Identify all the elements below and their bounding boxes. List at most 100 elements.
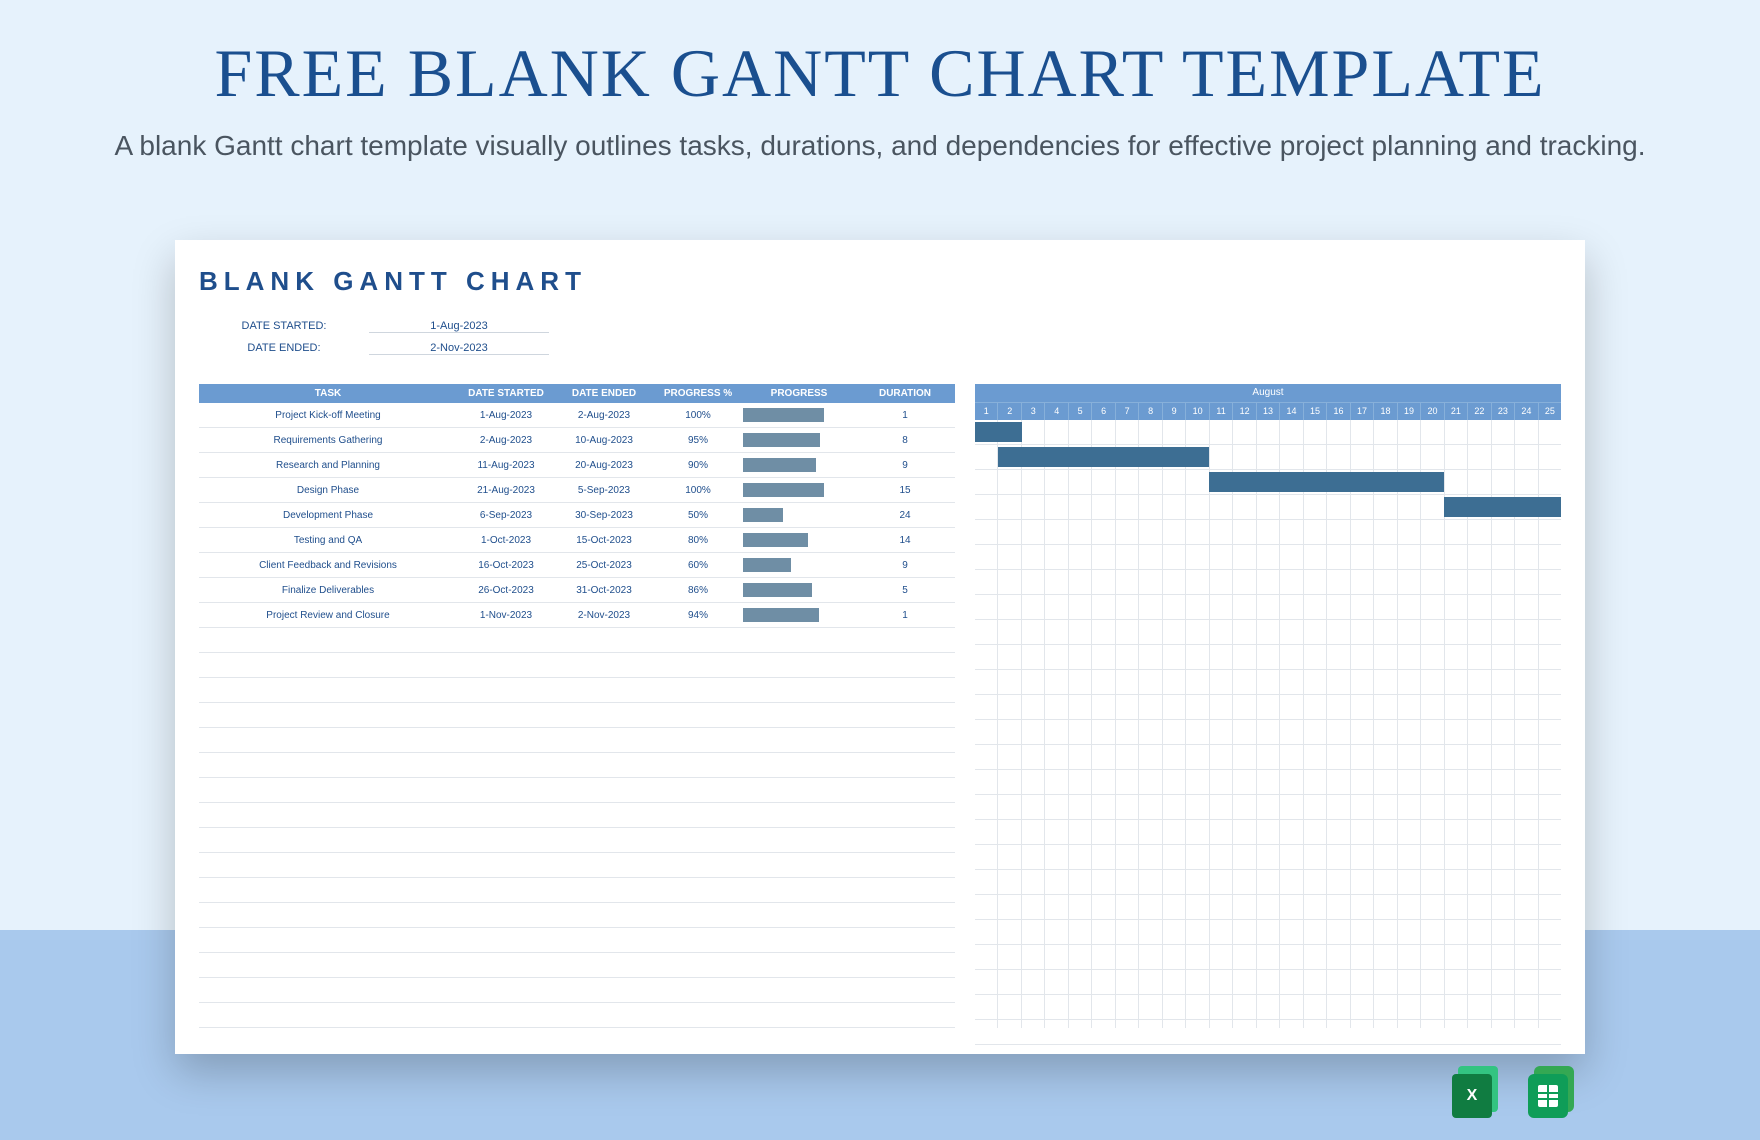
gantt-day: 22 <box>1467 403 1490 421</box>
cell-date-ended: 20-Aug-2023 <box>555 460 653 471</box>
cell-duration: 9 <box>855 460 955 471</box>
cell-date-started: 26-Oct-2023 <box>457 585 555 596</box>
gantt-day: 17 <box>1350 403 1373 421</box>
gantt-day: 12 <box>1232 403 1255 421</box>
gantt-day: 9 <box>1162 403 1185 421</box>
cell-task: Finalize Deliverables <box>199 585 457 596</box>
meta-date-started-value: 1-Aug-2023 <box>369 320 549 333</box>
cell-progress-pct: 100% <box>653 410 743 421</box>
gantt-day: 4 <box>1044 403 1067 421</box>
gantt-day: 21 <box>1444 403 1467 421</box>
table-row-blank <box>199 903 955 928</box>
cell-date-ended: 25-Oct-2023 <box>555 560 653 571</box>
table-row: Development Phase6-Sep-202330-Sep-202350… <box>199 503 955 528</box>
table-row-blank <box>199 953 955 978</box>
gantt-day: 25 <box>1538 403 1561 421</box>
cell-duration: 14 <box>855 535 955 546</box>
gantt-row <box>975 645 1561 670</box>
gantt-row <box>975 545 1561 570</box>
table-row: Testing and QA1-Oct-202315-Oct-202380% 14 <box>199 528 955 553</box>
gantt-day: 10 <box>1185 403 1208 421</box>
cell-duration: 24 <box>855 510 955 521</box>
cell-task: Testing and QA <box>199 535 457 546</box>
cell-date-started: 11-Aug-2023 <box>457 460 555 471</box>
gantt-row <box>975 945 1561 970</box>
cell-progress-bar <box>743 508 855 522</box>
table-row: Design Phase21-Aug-20235-Sep-2023100%15 <box>199 478 955 503</box>
cell-task: Client Feedback and Revisions <box>199 560 457 571</box>
cell-progress-pct: 80% <box>653 535 743 546</box>
cell-progress-pct: 50% <box>653 510 743 521</box>
gantt-day: 2 <box>997 403 1020 421</box>
gantt-bar <box>975 422 1022 442</box>
cell-task: Project Review and Closure <box>199 610 457 621</box>
table-row-blank <box>199 703 955 728</box>
gantt-row <box>975 445 1561 470</box>
cell-progress-bar <box>743 583 855 597</box>
col-date-started: DATE STARTED <box>457 388 555 399</box>
meta-date-ended-value: 2-Nov-2023 <box>369 342 549 355</box>
cell-progress-pct: 86% <box>653 585 743 596</box>
gantt-day: 5 <box>1068 403 1091 421</box>
gantt-day: 19 <box>1397 403 1420 421</box>
gantt-row <box>975 495 1561 520</box>
cell-date-started: 1-Oct-2023 <box>457 535 555 546</box>
table-row: Research and Planning11-Aug-202320-Aug-2… <box>199 453 955 478</box>
col-progress: PROGRESS <box>743 388 855 399</box>
gantt-row <box>975 795 1561 820</box>
gantt-row <box>975 995 1561 1020</box>
gantt-row <box>975 520 1561 545</box>
cell-date-started: 2-Aug-2023 <box>457 435 555 446</box>
gantt-row <box>975 420 1561 445</box>
gantt-row <box>975 970 1561 995</box>
gantt-row <box>975 845 1561 870</box>
page-title: FREE BLANK GANTT CHART TEMPLATE <box>0 34 1760 113</box>
cell-progress-bar <box>743 433 855 447</box>
col-progress-pct: PROGRESS % <box>653 388 743 399</box>
cell-date-ended: 2-Aug-2023 <box>555 410 653 421</box>
cell-duration: 1 <box>855 610 955 621</box>
download-icons: X <box>1452 1066 1580 1118</box>
cell-progress-pct: 60% <box>653 560 743 571</box>
gantt-row <box>975 1020 1561 1045</box>
col-date-ended: DATE ENDED <box>555 388 653 399</box>
cell-duration: 1 <box>855 410 955 421</box>
table-row: Finalize Deliverables26-Oct-202331-Oct-2… <box>199 578 955 603</box>
cell-date-ended: 2-Nov-2023 <box>555 610 653 621</box>
gantt-row <box>975 570 1561 595</box>
cell-progress-bar <box>743 533 855 547</box>
gantt-bar <box>1209 472 1443 492</box>
table-row-blank <box>199 653 955 678</box>
meta-date-started-label: DATE STARTED: <box>199 320 369 332</box>
excel-icon[interactable]: X <box>1452 1066 1504 1118</box>
table-row-blank <box>199 978 955 1003</box>
gantt-day-header: 1234567891011121314151617181920212223242… <box>975 403 1561 421</box>
gantt-day: 6 <box>1091 403 1114 421</box>
cell-task: Research and Planning <box>199 460 457 471</box>
cell-date-ended: 10-Aug-2023 <box>555 435 653 446</box>
cell-date-ended: 15-Oct-2023 <box>555 535 653 546</box>
gantt-row <box>975 720 1561 745</box>
cell-task: Design Phase <box>199 485 457 496</box>
cell-date-started: 1-Aug-2023 <box>457 410 555 421</box>
gantt-row <box>975 745 1561 770</box>
table-row-blank <box>199 828 955 853</box>
table-row-blank <box>199 928 955 953</box>
gantt-day: 3 <box>1021 403 1044 421</box>
table-row: Project Kick-off Meeting1-Aug-20232-Aug-… <box>199 403 955 428</box>
doc-meta: DATE STARTED: 1-Aug-2023 DATE ENDED: 2-N… <box>199 315 1561 359</box>
table-row-blank <box>199 628 955 653</box>
col-task: TASK <box>199 388 457 399</box>
cell-progress-bar <box>743 408 855 422</box>
google-sheets-icon[interactable] <box>1528 1066 1580 1118</box>
gantt-day: 7 <box>1115 403 1138 421</box>
template-preview-card: BLANK GANTT CHART DATE STARTED: 1-Aug-20… <box>175 240 1585 1054</box>
cell-date-ended: 31-Oct-2023 <box>555 585 653 596</box>
cell-progress-bar <box>743 458 855 472</box>
gantt-row <box>975 870 1561 895</box>
table-row-blank <box>199 1003 955 1028</box>
gantt-day: 13 <box>1256 403 1279 421</box>
cell-progress-pct: 95% <box>653 435 743 446</box>
table-row: Client Feedback and Revisions16-Oct-2023… <box>199 553 955 578</box>
cell-date-started: 21-Aug-2023 <box>457 485 555 496</box>
